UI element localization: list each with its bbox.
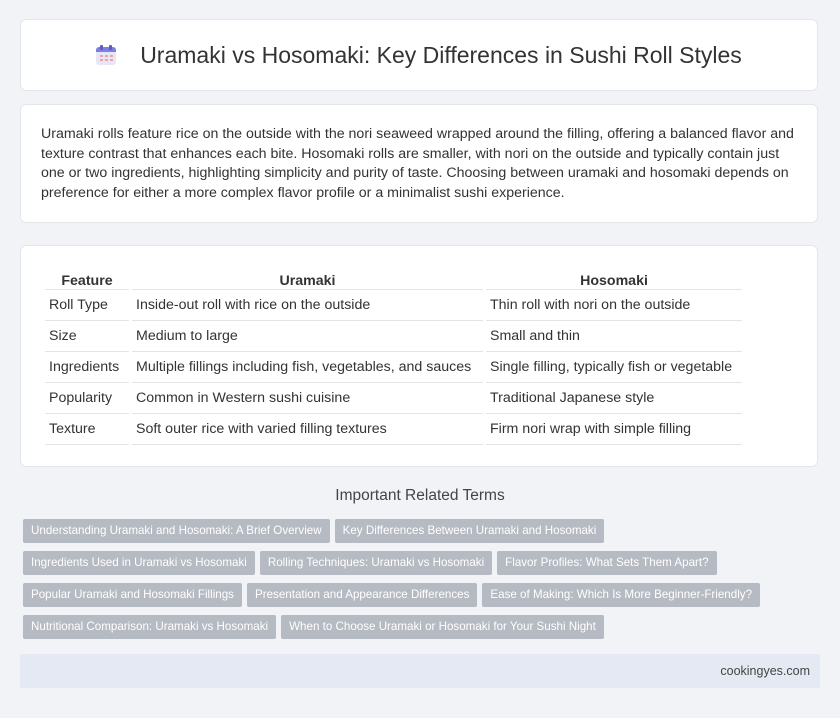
intro-text: Uramaki rolls feature rice on the outsid… (41, 126, 794, 201)
cell-feature: Texture (45, 414, 129, 445)
related-term-tag[interactable]: Flavor Profiles: What Sets Them Apart? (497, 551, 717, 575)
cell-uramaki: Soft outer rice with varied filling text… (132, 414, 483, 445)
cell-feature: Popularity (45, 383, 129, 414)
related-term-tag[interactable]: Ingredients Used in Uramaki vs Hosomaki (23, 551, 255, 575)
cell-feature: Size (45, 321, 129, 352)
cell-feature: Roll Type (45, 290, 129, 321)
header-hosomaki: Hosomaki (486, 263, 742, 290)
footer-site-link[interactable]: cookingyes.com (720, 664, 810, 678)
cell-uramaki: Common in Western sushi cuisine (132, 383, 483, 414)
cell-uramaki: Medium to large (132, 321, 483, 352)
table-row: Texture Soft outer rice with varied fill… (45, 414, 742, 445)
related-term-tag[interactable]: Presentation and Appearance Differences (246, 583, 478, 607)
cell-uramaki: Multiple fillings including fish, vegeta… (132, 352, 483, 383)
header-uramaki: Uramaki (132, 263, 483, 290)
comparison-table: Feature Uramaki Hosomaki Roll Type Insid… (42, 263, 745, 445)
cell-hosomaki: Thin roll with nori on the outside (486, 290, 742, 321)
related-terms-list: Understanding Uramaki and Hosomaki: A Br… (23, 519, 803, 647)
intro-card: Uramaki rolls feature rice on the outsid… (20, 104, 818, 223)
table-header-row: Feature Uramaki Hosomaki (45, 263, 742, 290)
table-row: Roll Type Inside-out roll with rice on t… (45, 290, 742, 321)
cell-hosomaki: Single filling, typically fish or vegeta… (486, 352, 742, 383)
related-term-tag[interactable]: Understanding Uramaki and Hosomaki: A Br… (23, 519, 330, 543)
title-card: Uramaki vs Hosomaki: Key Differences in … (20, 19, 818, 91)
related-term-tag[interactable]: Nutritional Comparison: Uramaki vs Hosom… (23, 615, 277, 639)
header-feature: Feature (45, 263, 129, 290)
cell-feature: Ingredients (45, 352, 129, 383)
comparison-card: Feature Uramaki Hosomaki Roll Type Insid… (20, 245, 818, 467)
footer: cookingyes.com (20, 654, 820, 688)
related-term-tag[interactable]: Rolling Techniques: Uramaki vs Hosomaki (259, 551, 493, 575)
cell-hosomaki: Firm nori wrap with simple filling (486, 414, 742, 445)
cell-hosomaki: Traditional Japanese style (486, 383, 742, 414)
table-row: Ingredients Multiple fillings including … (45, 352, 742, 383)
related-terms-heading: Important Related Terms (335, 487, 505, 504)
page-title-wrap: Uramaki vs Hosomaki: Key Differences in … (96, 42, 742, 69)
related-term-tag[interactable]: Key Differences Between Uramaki and Hoso… (334, 519, 605, 543)
related-term-tag[interactable]: Popular Uramaki and Hosomaki Fillings (23, 583, 242, 607)
related-term-tag[interactable]: Ease of Making: Which Is More Beginner-F… (482, 583, 761, 607)
table-row: Popularity Common in Western sushi cuisi… (45, 383, 742, 414)
calendar-icon (96, 45, 117, 65)
cell-uramaki: Inside-out roll with rice on the outside (132, 290, 483, 321)
cell-hosomaki: Small and thin (486, 321, 742, 352)
related-term-tag[interactable]: When to Choose Uramaki or Hosomaki for Y… (281, 615, 604, 639)
page-title: Uramaki vs Hosomaki: Key Differences in … (140, 41, 742, 68)
table-row: Size Medium to large Small and thin (45, 321, 742, 352)
